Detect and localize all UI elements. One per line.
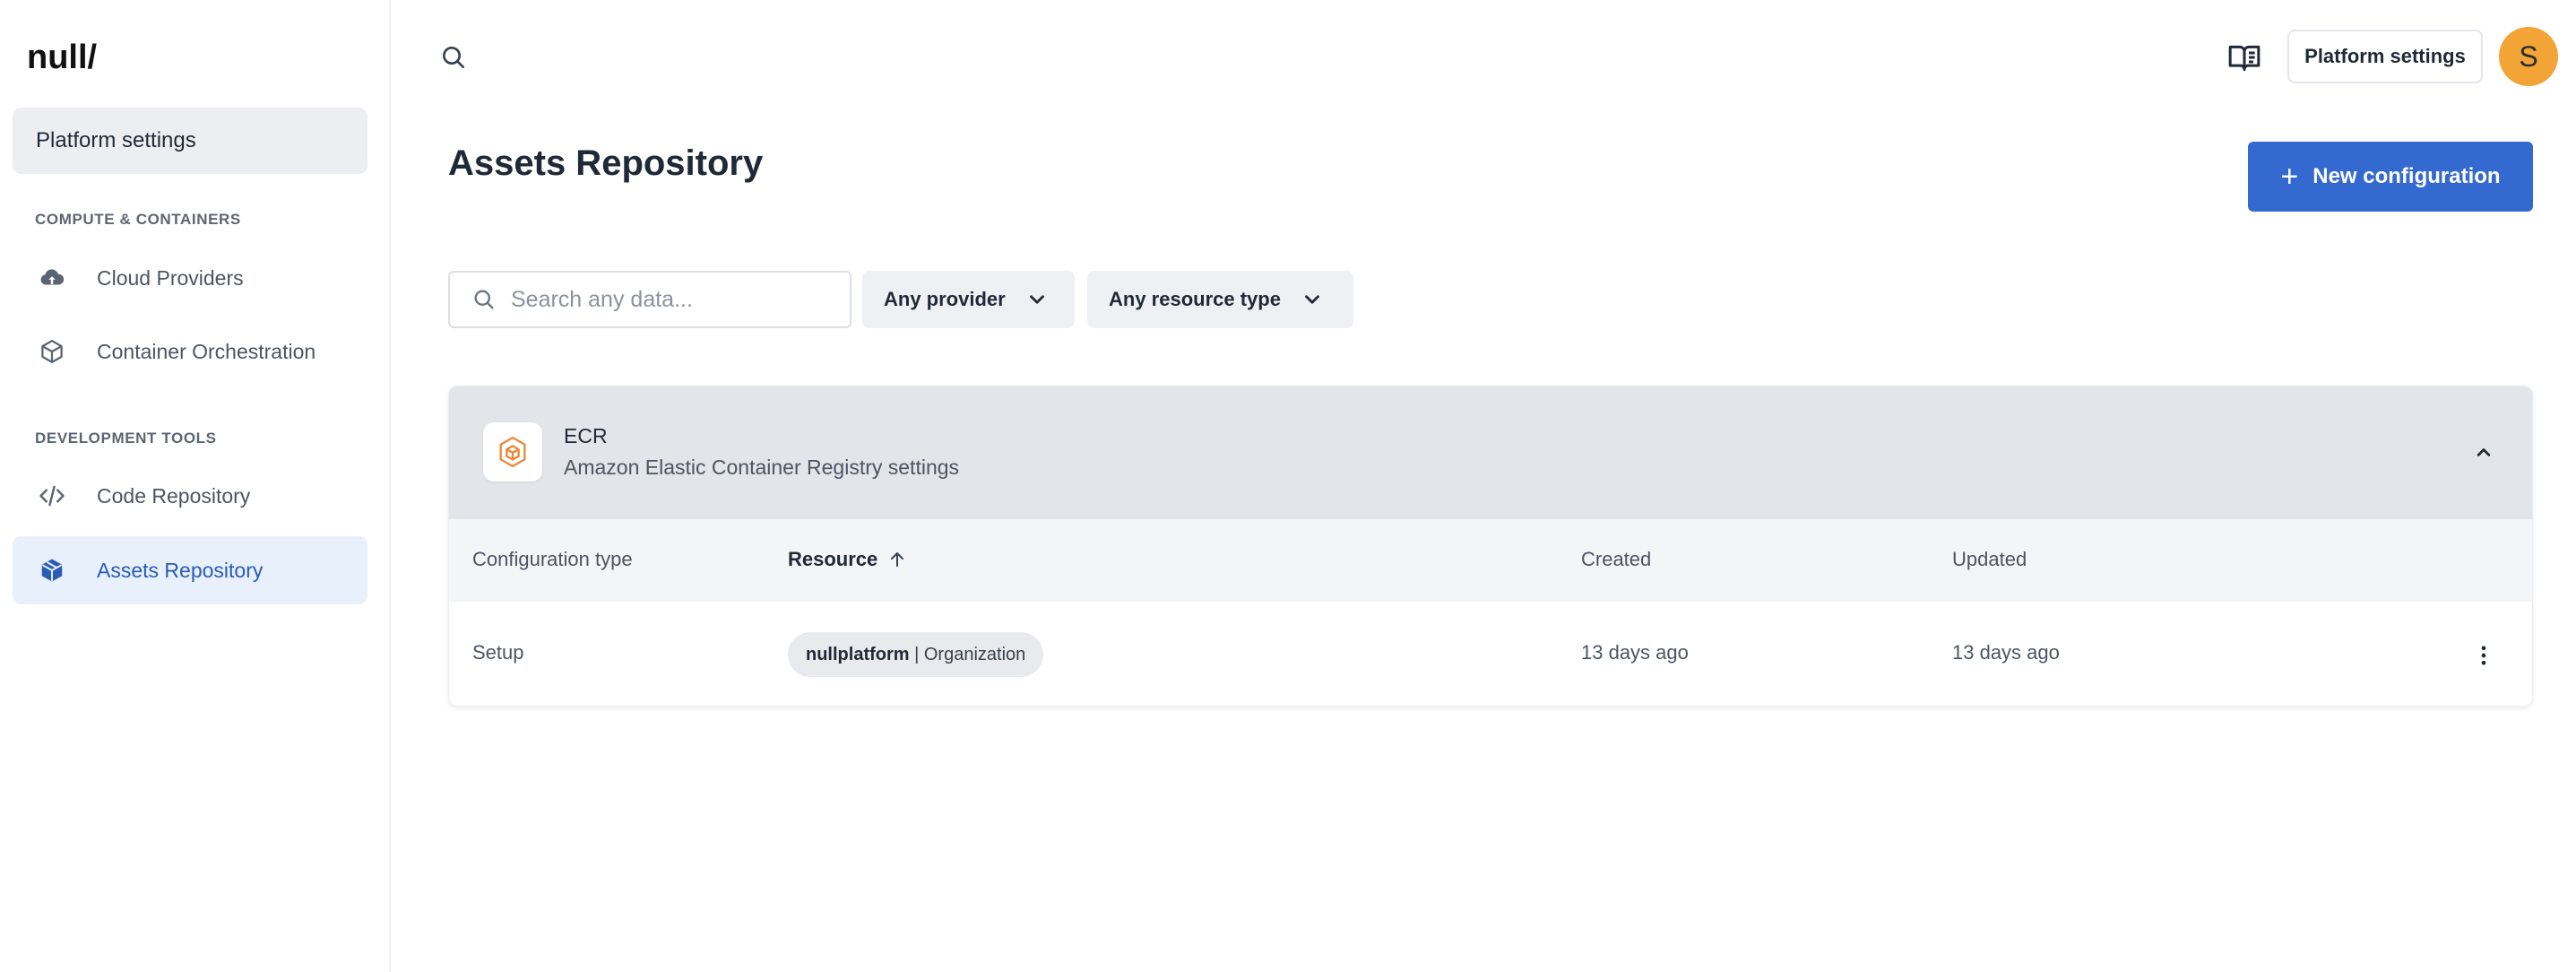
cube-icon [38, 337, 66, 366]
sidebar-item-label: Cloud Providers [97, 265, 244, 290]
more-vertical-icon[interactable] [2471, 641, 2496, 670]
provider-filter-label: Any provider [884, 288, 1006, 310]
plus-icon: + [2280, 160, 2299, 194]
card-header[interactable]: ECR Amazon Elastic Container Registry se… [449, 386, 2532, 519]
arrow-up-icon [886, 549, 908, 570]
resource-name: nullplatform [806, 644, 910, 664]
ecr-card: ECR Amazon Elastic Container Registry se… [448, 386, 2533, 707]
chevron-down-icon [1025, 288, 1049, 311]
avatar[interactable]: S [2499, 27, 2558, 86]
code-icon [38, 482, 66, 510]
sidebar-item-label: Container Orchestration [97, 339, 316, 363]
chevron-down-icon [1301, 288, 1324, 311]
column-header-created[interactable]: Created [1581, 548, 1651, 571]
svg-text:null/: null/ [27, 39, 98, 76]
null-logo[interactable]: null/ [27, 32, 109, 77]
app-root: null/ Platform settings COMPUTE & CONTAI… [0, 0, 2576, 972]
search-icon[interactable] [439, 43, 468, 72]
search-field[interactable] [448, 271, 851, 328]
resource-scope: | Organization [909, 644, 1026, 664]
cloud-upload-icon [38, 264, 66, 292]
cell-updated: 13 days ago [1952, 641, 2060, 664]
page-title: Assets Repository [448, 143, 764, 183]
search-icon [471, 287, 497, 312]
cell-created: 13 days ago [1581, 641, 1689, 664]
column-header-resource[interactable]: Resource [788, 548, 908, 571]
sidebar: null/ Platform settings COMPUTE & CONTAI… [0, 0, 391, 972]
sidebar-item-container-orchestration[interactable]: Container Orchestration [13, 317, 367, 386]
table-header: Configuration type Resource Created Upda… [449, 519, 2532, 602]
column-header-updated[interactable]: Updated [1952, 548, 2027, 571]
sidebar-item-assets-repository[interactable]: Assets Repository [13, 536, 367, 604]
sidebar-item-label: Assets Repository [97, 558, 264, 582]
provider-filter-dropdown[interactable]: Any provider [862, 271, 1075, 328]
sidebar-item-label: Platform settings [36, 128, 196, 152]
sidebar-item-cloud-providers[interactable]: Cloud Providers [13, 244, 367, 312]
sidebar-item-label: Code Repository [97, 483, 251, 508]
search-input[interactable] [511, 286, 834, 313]
cell-configuration-type: Setup [472, 641, 524, 664]
logo-graphic: null/ [27, 39, 98, 76]
column-header-label: Resource [788, 548, 878, 570]
column-header-configuration-type[interactable]: Configuration type [472, 548, 633, 571]
new-configuration-label: New configuration [2312, 164, 2501, 188]
card-description: Amazon Elastic Container Registry settin… [564, 456, 960, 479]
card-title: ECR [564, 424, 608, 447]
sidebar-item-code-repository[interactable]: Code Repository [13, 462, 367, 530]
resource-type-filter-label: Any resource type [1109, 288, 1281, 310]
resource-chip: nullplatform | Organization [788, 632, 1044, 677]
section-title-devtools: DEVELOPMENT TOOLS [35, 430, 217, 447]
section-title-compute: COMPUTE & CONTAINERS [35, 211, 241, 228]
table-row[interactable]: Setup nullplatform | Organization 13 day… [449, 602, 2532, 706]
book-open-icon[interactable] [2226, 39, 2262, 75]
sidebar-item-platform-settings[interactable]: Platform settings [13, 108, 367, 174]
ecr-icon [483, 422, 542, 482]
package-icon [38, 556, 66, 585]
chevron-up-icon[interactable] [2471, 440, 2496, 465]
new-configuration-button[interactable]: + New configuration [2248, 142, 2533, 212]
platform-settings-button[interactable]: Platform settings [2287, 30, 2483, 83]
resource-type-filter-dropdown[interactable]: Any resource type [1087, 271, 1353, 328]
